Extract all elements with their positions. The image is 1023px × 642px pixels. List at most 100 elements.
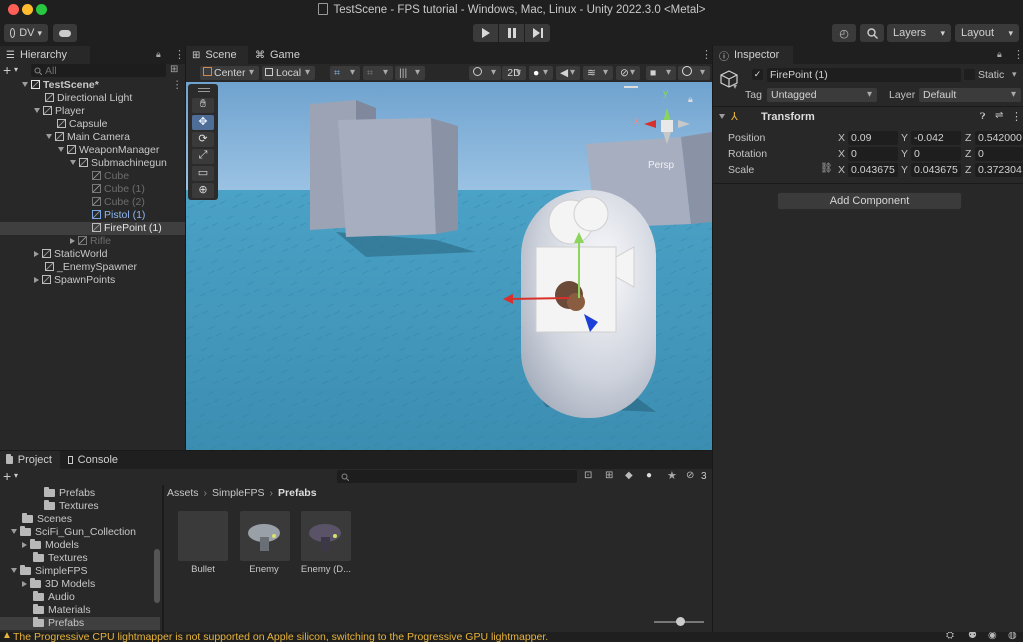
- lock-icon[interactable]: 🔒︎: [997, 49, 1002, 60]
- axis-y-label[interactable]: Y: [901, 148, 908, 160]
- breadcrumb-prefabs[interactable]: Prefabs: [278, 487, 317, 499]
- hierarchy-item-directional-light[interactable]: Directional Light: [0, 92, 185, 105]
- folder-models[interactable]: Models: [0, 539, 160, 552]
- project-search-input[interactable]: [337, 470, 577, 483]
- camera-settings-dropdown[interactable]: ■: [646, 66, 676, 80]
- expand-arrow-icon[interactable]: [11, 529, 17, 534]
- hierarchy-item-main-camera[interactable]: Main Camera: [0, 131, 185, 144]
- hierarchy-item-cube[interactable]: Cube: [0, 170, 185, 183]
- more-icon[interactable]: ⋮: [174, 48, 185, 61]
- hierarchy-item-capsule[interactable]: Capsule: [0, 118, 185, 131]
- axis-y-label[interactable]: Y: [901, 132, 908, 144]
- overlay-handle-icon[interactable]: [624, 86, 638, 88]
- hidden-icon[interactable]: ⊘: [686, 470, 694, 481]
- layers-dropdown[interactable]: Layers ▾: [887, 24, 951, 42]
- account-dropdown[interactable]: DV ▾: [4, 24, 48, 42]
- filter-icon[interactable]: ⊞: [605, 470, 613, 481]
- chevron-down-icon[interactable]: ▾: [733, 82, 737, 91]
- layout-dropdown[interactable]: Layout ▾: [955, 24, 1019, 42]
- asset-enemy-d-thumbnail[interactable]: [301, 511, 351, 561]
- space-dropdown[interactable]: Local: [262, 66, 315, 80]
- scene-viewport[interactable]: y x Persp 🔒︎ ✋︎ ✥ ⟳ ⤢ ▭ ⊕: [186, 82, 712, 450]
- folder-textures[interactable]: Textures: [0, 500, 160, 513]
- more-icon[interactable]: ⋮: [701, 48, 712, 61]
- asset-enemy-d-name[interactable]: Enemy (D...: [294, 564, 358, 575]
- increment-snap-dropdown[interactable]: ⌗: [363, 66, 393, 80]
- folder-simplefps[interactable]: SimpleFPS: [0, 565, 160, 578]
- play-button[interactable]: [473, 24, 498, 42]
- hierarchy-item-testscene[interactable]: TestScene* ⋮: [0, 79, 185, 92]
- axis-z-label[interactable]: Z: [965, 164, 971, 176]
- hierarchy-item-cube-2[interactable]: Cube (2): [0, 196, 185, 209]
- progress-icon[interactable]: ◉: [988, 632, 997, 641]
- breadcrumb-assets[interactable]: Assets: [167, 487, 199, 499]
- expand-arrow-icon[interactable]: [46, 134, 52, 139]
- lock-icon[interactable]: 🔒︎: [688, 94, 693, 105]
- tab-inspector[interactable]: ⓘ Inspector: [713, 46, 793, 64]
- history-button[interactable]: ◴: [832, 24, 856, 42]
- hierarchy-item-weaponmanager[interactable]: WeaponManager: [0, 144, 185, 157]
- object-name-input[interactable]: FirePoint (1): [767, 68, 961, 82]
- scale-y-field[interactable]: 0.043675: [911, 163, 961, 177]
- expand-arrow-icon[interactable]: [70, 238, 75, 244]
- transform-tool-button[interactable]: ⊕: [192, 183, 214, 198]
- folder-prefabs-selected[interactable]: Prefabs: [0, 617, 160, 630]
- star-icon[interactable]: ★: [667, 469, 677, 482]
- axis-x-label[interactable]: X: [838, 148, 845, 160]
- status-message[interactable]: The Progressive CPU lightmapper is not s…: [13, 632, 548, 642]
- hidden-objects-toggle[interactable]: ⊘: [616, 66, 640, 80]
- hierarchy-item-enemyspawner[interactable]: _EnemySpawner: [0, 261, 185, 274]
- search-by-type-icon[interactable]: ⊡: [584, 470, 592, 481]
- add-component-button[interactable]: Add Component: [777, 192, 962, 210]
- slider-handle[interactable]: [676, 617, 685, 626]
- lighting-toggle[interactable]: ●: [529, 66, 553, 80]
- layer-dropdown[interactable]: Default: [919, 88, 1021, 102]
- tab-scene[interactable]: ⊞ Scene: [186, 46, 248, 64]
- rotate-tool-button[interactable]: ⟳: [192, 132, 214, 147]
- gizmos-dropdown[interactable]: [678, 66, 710, 80]
- perspective-label[interactable]: Persp: [648, 160, 674, 171]
- tab-hierarchy[interactable]: ☰ Hierarchy: [0, 46, 90, 64]
- axis-x-label[interactable]: X: [838, 132, 845, 144]
- expand-arrow-icon[interactable]: [34, 277, 39, 283]
- position-y-field[interactable]: -0.042: [911, 131, 961, 145]
- expand-arrow-icon[interactable]: [22, 581, 27, 587]
- axis-z-label[interactable]: Z: [965, 132, 971, 144]
- chevron-down-icon[interactable]: ▾: [14, 471, 18, 480]
- rect-tool-button[interactable]: ▭: [192, 166, 214, 181]
- preset-icon[interactable]: ⇌: [995, 110, 1003, 121]
- lock-icon[interactable]: 🔒︎: [156, 49, 161, 60]
- tree-scrollbar[interactable]: [154, 549, 160, 603]
- hierarchy-item-player[interactable]: Player: [0, 105, 185, 118]
- folder-scifi-gun-collection[interactable]: SciFi_Gun_Collection: [0, 526, 160, 539]
- add-icon[interactable]: +: [3, 62, 11, 78]
- folder-3d-models[interactable]: 3D Models: [0, 578, 160, 591]
- active-checkbox[interactable]: ✓: [752, 69, 763, 80]
- expand-arrow-icon[interactable]: [22, 542, 27, 548]
- overlay-handle-icon[interactable]: [198, 88, 210, 89]
- more-icon[interactable]: ⋮: [172, 79, 183, 92]
- tag-dropdown[interactable]: Untagged: [767, 88, 877, 102]
- label-icon[interactable]: ◆: [625, 470, 633, 481]
- view-tool-button[interactable]: ✋︎: [192, 98, 214, 113]
- transform-header[interactable]: ⅄ Transform ❓︎ ⇌ ⋮: [713, 108, 1023, 126]
- chevron-down-icon[interactable]: ▾: [1012, 69, 1017, 80]
- hierarchy-search-input[interactable]: All: [31, 64, 166, 77]
- hierarchy-item-spawnpoints[interactable]: SpawnPoints: [0, 274, 185, 287]
- audio-toggle[interactable]: ◀︎: [556, 66, 580, 80]
- asset-bullet-thumbnail[interactable]: [178, 511, 228, 561]
- ruler-dropdown[interactable]: |||: [395, 66, 425, 80]
- tab-console[interactable]: Console: [62, 451, 126, 469]
- hierarchy-item-cube-1[interactable]: Cube (1): [0, 183, 185, 196]
- hierarchy-item-staticworld[interactable]: StaticWorld: [0, 248, 185, 261]
- more-icon[interactable]: ⋮: [1013, 48, 1023, 61]
- add-icon[interactable]: +: [3, 468, 11, 484]
- expand-arrow-icon[interactable]: [34, 108, 40, 113]
- scale-x-field[interactable]: 0.043675: [848, 163, 898, 177]
- expand-arrow-icon[interactable]: [58, 147, 64, 152]
- static-checkbox[interactable]: [964, 69, 975, 80]
- axis-x-label[interactable]: X: [838, 164, 845, 176]
- asset-enemy-name[interactable]: Enemy: [232, 564, 296, 575]
- scale-tool-button[interactable]: ⤢: [192, 149, 214, 164]
- expand-arrow-icon[interactable]: [70, 160, 76, 165]
